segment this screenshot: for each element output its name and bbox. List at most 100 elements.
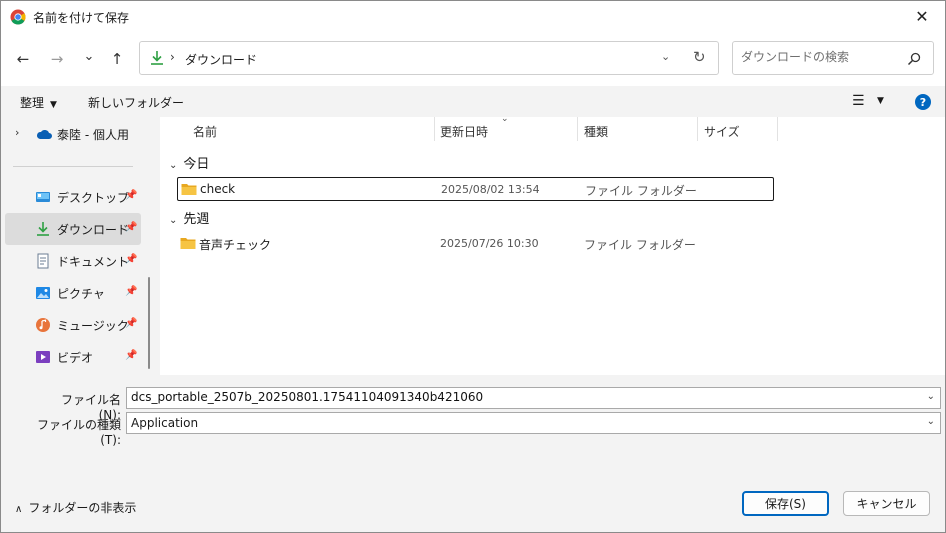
chevron-down-icon[interactable]: ⌄ [927,391,935,402]
video-icon [36,351,50,363]
chevron-down-icon: ⌄ [169,215,178,226]
group-header-last-week[interactable]: ⌄ 先週 [169,208,209,227]
filename-combobox[interactable]: ⌄ [126,387,941,409]
folder-icon [181,184,197,195]
file-row[interactable]: 音声チェック 2025/07/26 10:30 ファイル フォルダー [177,232,774,256]
sidebar-item-label: ピクチャ [57,287,105,301]
save-as-dialog: 名前を付けて保存 ✕ ← → ⌄ ↑ › ダウンロード ⌄ ↻ ダウンロードの検… [0,0,946,533]
up-arrow-icon: ↑ [110,50,124,68]
view-options-icon[interactable]: ☰ [852,93,865,109]
chevron-right-icon[interactable]: › [15,126,19,139]
sidebar-item-label: ドキュメント [57,255,130,269]
chevron-down-icon: ⌄ [83,48,95,64]
search-input[interactable] [741,50,901,64]
chevron-down-icon: ⌄ [169,160,178,171]
recent-locations-button[interactable]: ⌄ [77,46,101,66]
column-divider[interactable] [577,117,578,141]
pin-icon: 📌 [125,254,138,265]
address-bar[interactable]: › ダウンロード ⌄ ↻ [139,41,719,75]
chevron-up-icon: ∧ [15,504,23,515]
chrome-icon [10,9,26,25]
filename-input[interactable] [131,390,911,404]
breadcrumb-separator-icon: › [170,50,175,64]
organize-button[interactable]: 整理 ▼ [20,94,57,111]
pin-icon: 📌 [125,286,138,297]
sidebar-item-label: 泰陸 - 個人用 [57,128,129,142]
download-icon [151,51,163,65]
document-icon [37,253,49,269]
close-button[interactable]: ✕ [899,1,945,32]
sidebar-item-label: ミュージック [57,319,129,333]
navigation-bar: ← → ⌄ ↑ › ダウンロード ⌄ ↻ [1,32,945,86]
window-title: 名前を付けて保存 [33,11,130,25]
filetype-value: Application [131,416,199,430]
sidebar-item-music[interactable]: ミュージック 📌 [5,309,141,341]
sidebar-item-downloads[interactable]: ダウンロード 📌 [5,213,141,245]
column-header-modified[interactable]: 更新日時 [440,123,488,140]
file-row[interactable]: check 2025/08/02 13:54 ファイル フォルダー [177,177,774,201]
divider [13,166,133,167]
sidebar-item-label: ダウンロード [57,223,130,237]
command-bar: 整理 ▼ 新しいフォルダー ☰ ▼ ? [1,86,945,117]
sidebar-item-label: ビデオ [57,351,94,365]
organize-label: 整理 [20,96,45,110]
breadcrumb-downloads[interactable]: ダウンロード [185,51,257,68]
back-arrow-icon: ← [16,50,30,68]
navigation-pane: › 泰陸 - 個人用 デスクトップ 📌 ダウンロード 📌 ドキュメント 📌 ピク… [1,117,158,375]
group-header-today[interactable]: ⌄ 今日 [169,153,209,172]
column-header-size[interactable]: サイズ [704,123,740,140]
save-form: ファイル名(N): ⌄ ファイルの種類(T): Application ⌄ ∧フ… [1,375,945,532]
filetype-select[interactable]: Application ⌄ [126,412,941,434]
file-modified: 2025/08/02 13:54 [441,183,540,196]
new-folder-button[interactable]: 新しいフォルダー [88,94,184,111]
hide-folders-label: フォルダーの非表示 [28,501,137,515]
forward-button[interactable]: → [45,49,69,69]
chevron-down-icon[interactable]: ⌄ [927,416,935,427]
onedrive-icon [36,129,52,139]
sidebar-item-videos[interactable]: ビデオ 📌 [5,341,141,373]
file-list: 名前 ⌄ 更新日時 種類 サイズ ⌄ 今日 check 2025/08/02 13… [160,114,945,375]
sidebar-item-label: デスクトップ [57,191,130,205]
sort-chevron-icon: ⌄ [501,114,509,124]
download-icon [37,222,49,236]
cancel-button[interactable]: キャンセル [843,491,930,516]
save-button[interactable]: 保存(S) [742,491,829,516]
file-type: ファイル フォルダー [584,238,696,252]
column-divider[interactable] [697,117,698,141]
sidebar-item-documents[interactable]: ドキュメント 📌 [5,245,141,277]
column-header-type[interactable]: 種類 [584,123,608,140]
group-title: 今日 [183,157,210,172]
close-icon: ✕ [915,7,929,26]
search-icon[interactable] [907,52,921,66]
sidebar-item-pictures[interactable]: ピクチャ 📌 [5,277,141,309]
help-icon[interactable]: ? [915,94,931,110]
sidebar-item-onedrive[interactable]: › 泰陸 - 個人用 [1,123,146,145]
view-caret-icon[interactable]: ▼ [877,96,884,106]
navigation-scrollbar[interactable] [148,277,150,369]
address-dropdown-icon[interactable]: ⌄ [661,50,670,63]
desktop-icon [36,192,50,202]
column-header-name[interactable]: 名前 [193,123,217,140]
filetype-label: ファイルの種類(T): [36,418,121,447]
sidebar-item-desktop[interactable]: デスクトップ 📌 [5,181,141,213]
search-box [732,41,934,75]
refresh-icon[interactable]: ↻ [693,48,706,66]
music-icon [36,318,50,332]
pin-icon: 📌 [125,190,138,201]
pictures-icon [36,287,50,299]
file-type: ファイル フォルダー [585,184,697,198]
back-button[interactable]: ← [11,49,35,69]
caret-down-icon: ▼ [50,100,57,110]
up-button[interactable]: ↑ [105,49,129,69]
file-modified: 2025/07/26 10:30 [440,237,539,250]
file-name: check [200,182,236,196]
forward-arrow-icon: → [50,50,64,68]
column-divider[interactable] [777,117,778,141]
folder-icon [180,238,196,249]
title-bar: 名前を付けて保存 ✕ [1,1,945,32]
file-name: 音声チェック [199,238,272,252]
column-divider[interactable] [434,117,435,141]
help-glyph: ? [919,95,927,109]
pin-icon: 📌 [125,222,138,233]
hide-folders-toggle[interactable]: ∧ フォルダーの非表示 [15,499,136,516]
